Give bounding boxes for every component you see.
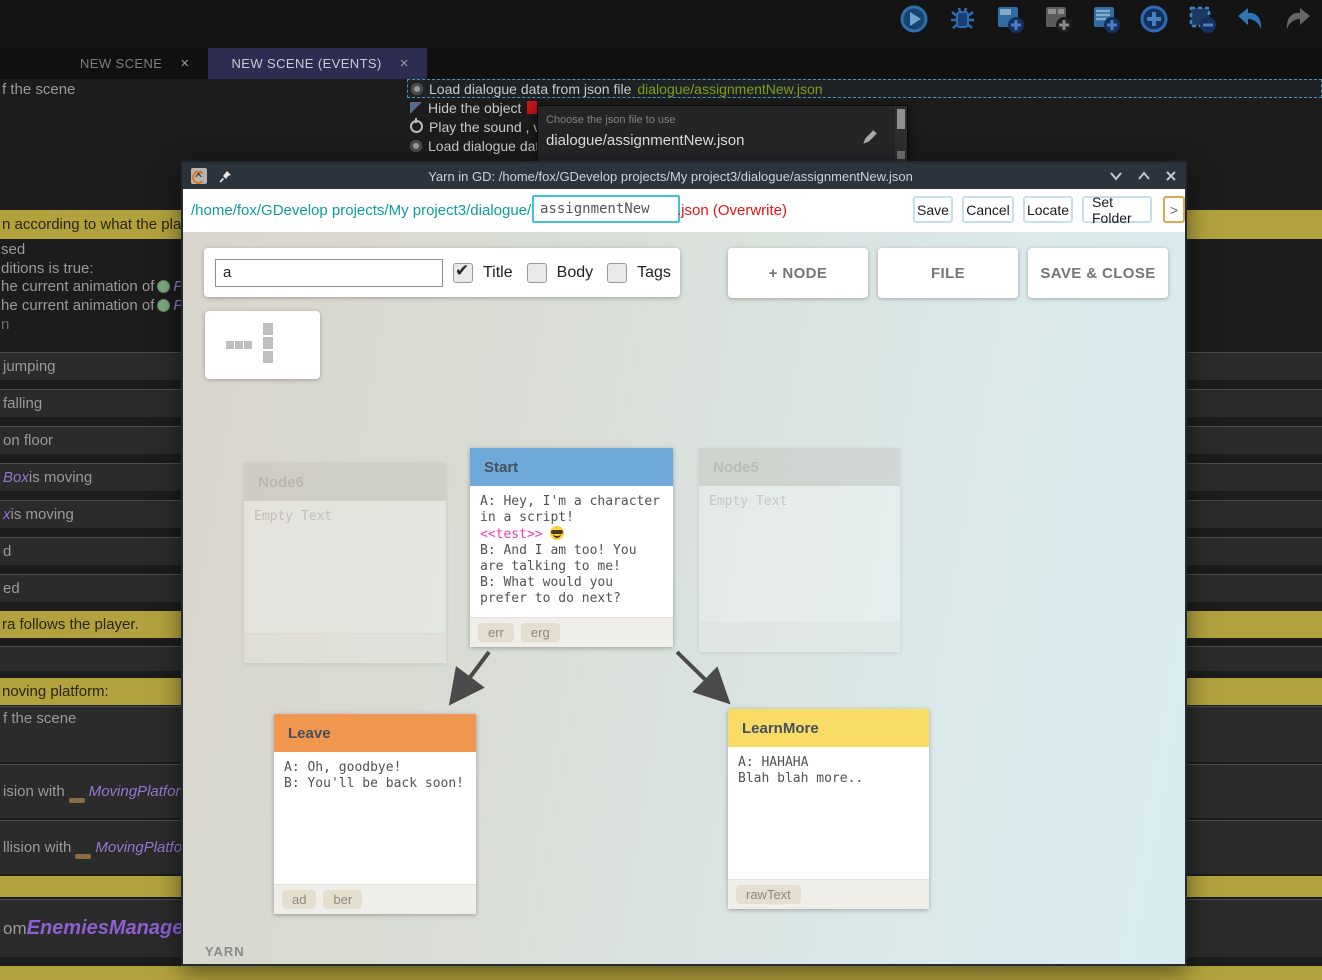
- node-body: A: HAHAHA Blah blah more..: [728, 747, 929, 879]
- add-new-icon[interactable]: [1138, 3, 1170, 35]
- yarn-node-start[interactable]: Start A: Hey, I'm a character in a scrip…: [470, 448, 673, 647]
- node-body: Empty Text: [699, 486, 900, 622]
- yarn-canvas[interactable]: Title Body Tags + NODE FILE SAVE & CLOSE: [183, 232, 1185, 964]
- pencil-icon[interactable]: [861, 128, 879, 146]
- event-text-fragment[interactable]: he current animation of Pl: [1, 278, 187, 295]
- tab-label: NEW SCENE (EVENTS): [232, 56, 382, 71]
- node-tag: ad: [282, 890, 316, 909]
- event-text-fragment[interactable]: ditions is true:: [1, 260, 94, 277]
- node-title: Node6: [244, 463, 446, 501]
- close-icon[interactable]: [1165, 170, 1177, 182]
- node-tag: erg: [521, 623, 560, 642]
- tab-new-scene[interactable]: NEW SCENE ×: [56, 48, 208, 79]
- save-button[interactable]: Save: [913, 196, 953, 223]
- node-body: A: Hey, I'm a character in a script! <<t…: [470, 486, 673, 617]
- yarn-dialog: Yarn in GD: /home/fox/GDevelop projects/…: [181, 161, 1187, 966]
- filename-input[interactable]: [532, 195, 680, 223]
- platform-object-icon: [75, 854, 91, 859]
- yarn-node-leave[interactable]: Leave A: Oh, goodbye! B: You'll be back …: [274, 714, 476, 914]
- shade-icon[interactable]: [1109, 171, 1123, 181]
- node-footer: err erg: [470, 617, 673, 647]
- pin-icon[interactable]: [219, 170, 232, 183]
- scrollbar-down-arrow[interactable]: [897, 151, 905, 159]
- comment-text: noving platform:: [2, 683, 109, 700]
- node-footer: [699, 622, 900, 652]
- node-title: LearnMore: [728, 709, 929, 747]
- dialog-title: Yarn in GD: /home/fox/GDevelop projects/…: [232, 169, 1109, 184]
- add-event-icon[interactable]: [994, 3, 1026, 35]
- platform-object-icon: [69, 798, 85, 803]
- tab-bar: NEW SCENE × NEW SCENE (EVENTS) ×: [0, 48, 1322, 79]
- node-footer: [244, 633, 446, 663]
- event-text-fragment[interactable]: f the scene: [2, 81, 75, 98]
- yarn-node-node6[interactable]: Node6 Empty Text: [244, 463, 446, 663]
- event-row[interactable]: Load dialogue data from json file dialog…: [407, 79, 1322, 98]
- dialog-pathbar: /home/fox/GDevelop projects/My project3/…: [183, 189, 1185, 232]
- node-tag: err: [478, 623, 514, 642]
- node-footer: rawText: [728, 879, 929, 909]
- comment-text: ra follows the player.: [2, 616, 139, 633]
- event-text: Play the sound , v: [429, 119, 540, 135]
- json-file-popup: Choose the json file to use dialogue/ass…: [537, 105, 908, 163]
- cancel-button[interactable]: Cancel: [962, 196, 1014, 223]
- undo-icon[interactable]: [1234, 3, 1266, 35]
- event-text: Load dialogue data from json file: [429, 81, 631, 97]
- tab-close-icon[interactable]: ×: [176, 55, 193, 72]
- debug-icon[interactable]: [946, 3, 978, 35]
- play-icon[interactable]: [898, 3, 930, 35]
- arrow-start-to-leave: [456, 652, 489, 696]
- add-subevent-icon[interactable]: [1042, 3, 1074, 35]
- event-text: Load dialogue dat: [428, 138, 539, 154]
- event-text: Hide the object: [428, 100, 521, 116]
- arrow-start-to-learnmore: [677, 652, 722, 696]
- popup-label: Choose the json file to use: [546, 114, 676, 126]
- main-toolbar: [0, 0, 1322, 48]
- node-title: Leave: [274, 714, 476, 752]
- gear-icon: [411, 83, 423, 95]
- node-body: Empty Text: [244, 501, 446, 633]
- node-footer: ad ber: [274, 884, 476, 914]
- tab-close-icon[interactable]: ×: [396, 55, 413, 72]
- event-text-fragment[interactable]: he current animation of Pl: [1, 297, 187, 314]
- node-title: Start: [470, 448, 673, 486]
- event-text-fragment[interactable]: sed: [1, 241, 25, 258]
- tab-label: NEW SCENE: [80, 56, 162, 71]
- sound-icon: [410, 120, 423, 133]
- node-tag: ber: [323, 890, 362, 909]
- path-suffix: .json (Overwrite): [677, 202, 787, 219]
- tab-new-scene-events[interactable]: NEW SCENE (EVENTS) ×: [208, 48, 427, 79]
- event-json-link[interactable]: dialogue/assignmentNew.json: [637, 81, 822, 97]
- node-tag: rawText: [736, 885, 801, 904]
- path-prefix: /home/fox/GDevelop projects/My project3/…: [191, 202, 531, 219]
- event-text-fragment[interactable]: n: [1, 316, 9, 333]
- hide-object-icon: [410, 102, 422, 114]
- popup-value[interactable]: dialogue/assignmentNew.json: [546, 132, 744, 149]
- yarn-node-learnmore[interactable]: LearnMore A: HAHAHA Blah blah more.. raw…: [728, 709, 929, 909]
- set-folder-button[interactable]: Set Folder: [1082, 196, 1152, 223]
- gear-icon: [410, 140, 422, 152]
- dialog-titlebar[interactable]: Yarn in GD: /home/fox/GDevelop projects/…: [183, 163, 1185, 189]
- node-title: Node5: [699, 448, 900, 486]
- object-thumbnail-icon: [527, 101, 537, 114]
- scrollbar-thumb[interactable]: [897, 109, 905, 129]
- animation-icon: [157, 299, 170, 312]
- app-icon: [191, 168, 207, 184]
- comment-row[interactable]: [0, 966, 1322, 980]
- add-comment-icon[interactable]: [1090, 3, 1122, 35]
- comment-text: n according to what the playe: [2, 216, 197, 233]
- yarn-footer-label: YARN: [205, 944, 245, 959]
- sunglasses-emoji-icon: [550, 526, 564, 540]
- redo-icon[interactable]: [1282, 3, 1314, 35]
- locate-button[interactable]: Locate: [1023, 196, 1073, 223]
- animation-icon: [157, 280, 170, 293]
- app-root: NEW SCENE × NEW SCENE (EVENTS) × Load di…: [0, 0, 1322, 980]
- yarn-node-node5[interactable]: Node5 Empty Text: [699, 448, 900, 652]
- popup-scrollbar[interactable]: [895, 106, 907, 162]
- node-body: A: Oh, goodbye! B: You'll be back soon!: [274, 752, 476, 884]
- more-button[interactable]: >: [1163, 196, 1185, 223]
- remove-selection-icon[interactable]: [1186, 3, 1218, 35]
- yarn-command-text: <<test>>: [480, 527, 543, 542]
- unshade-icon[interactable]: [1137, 171, 1151, 181]
